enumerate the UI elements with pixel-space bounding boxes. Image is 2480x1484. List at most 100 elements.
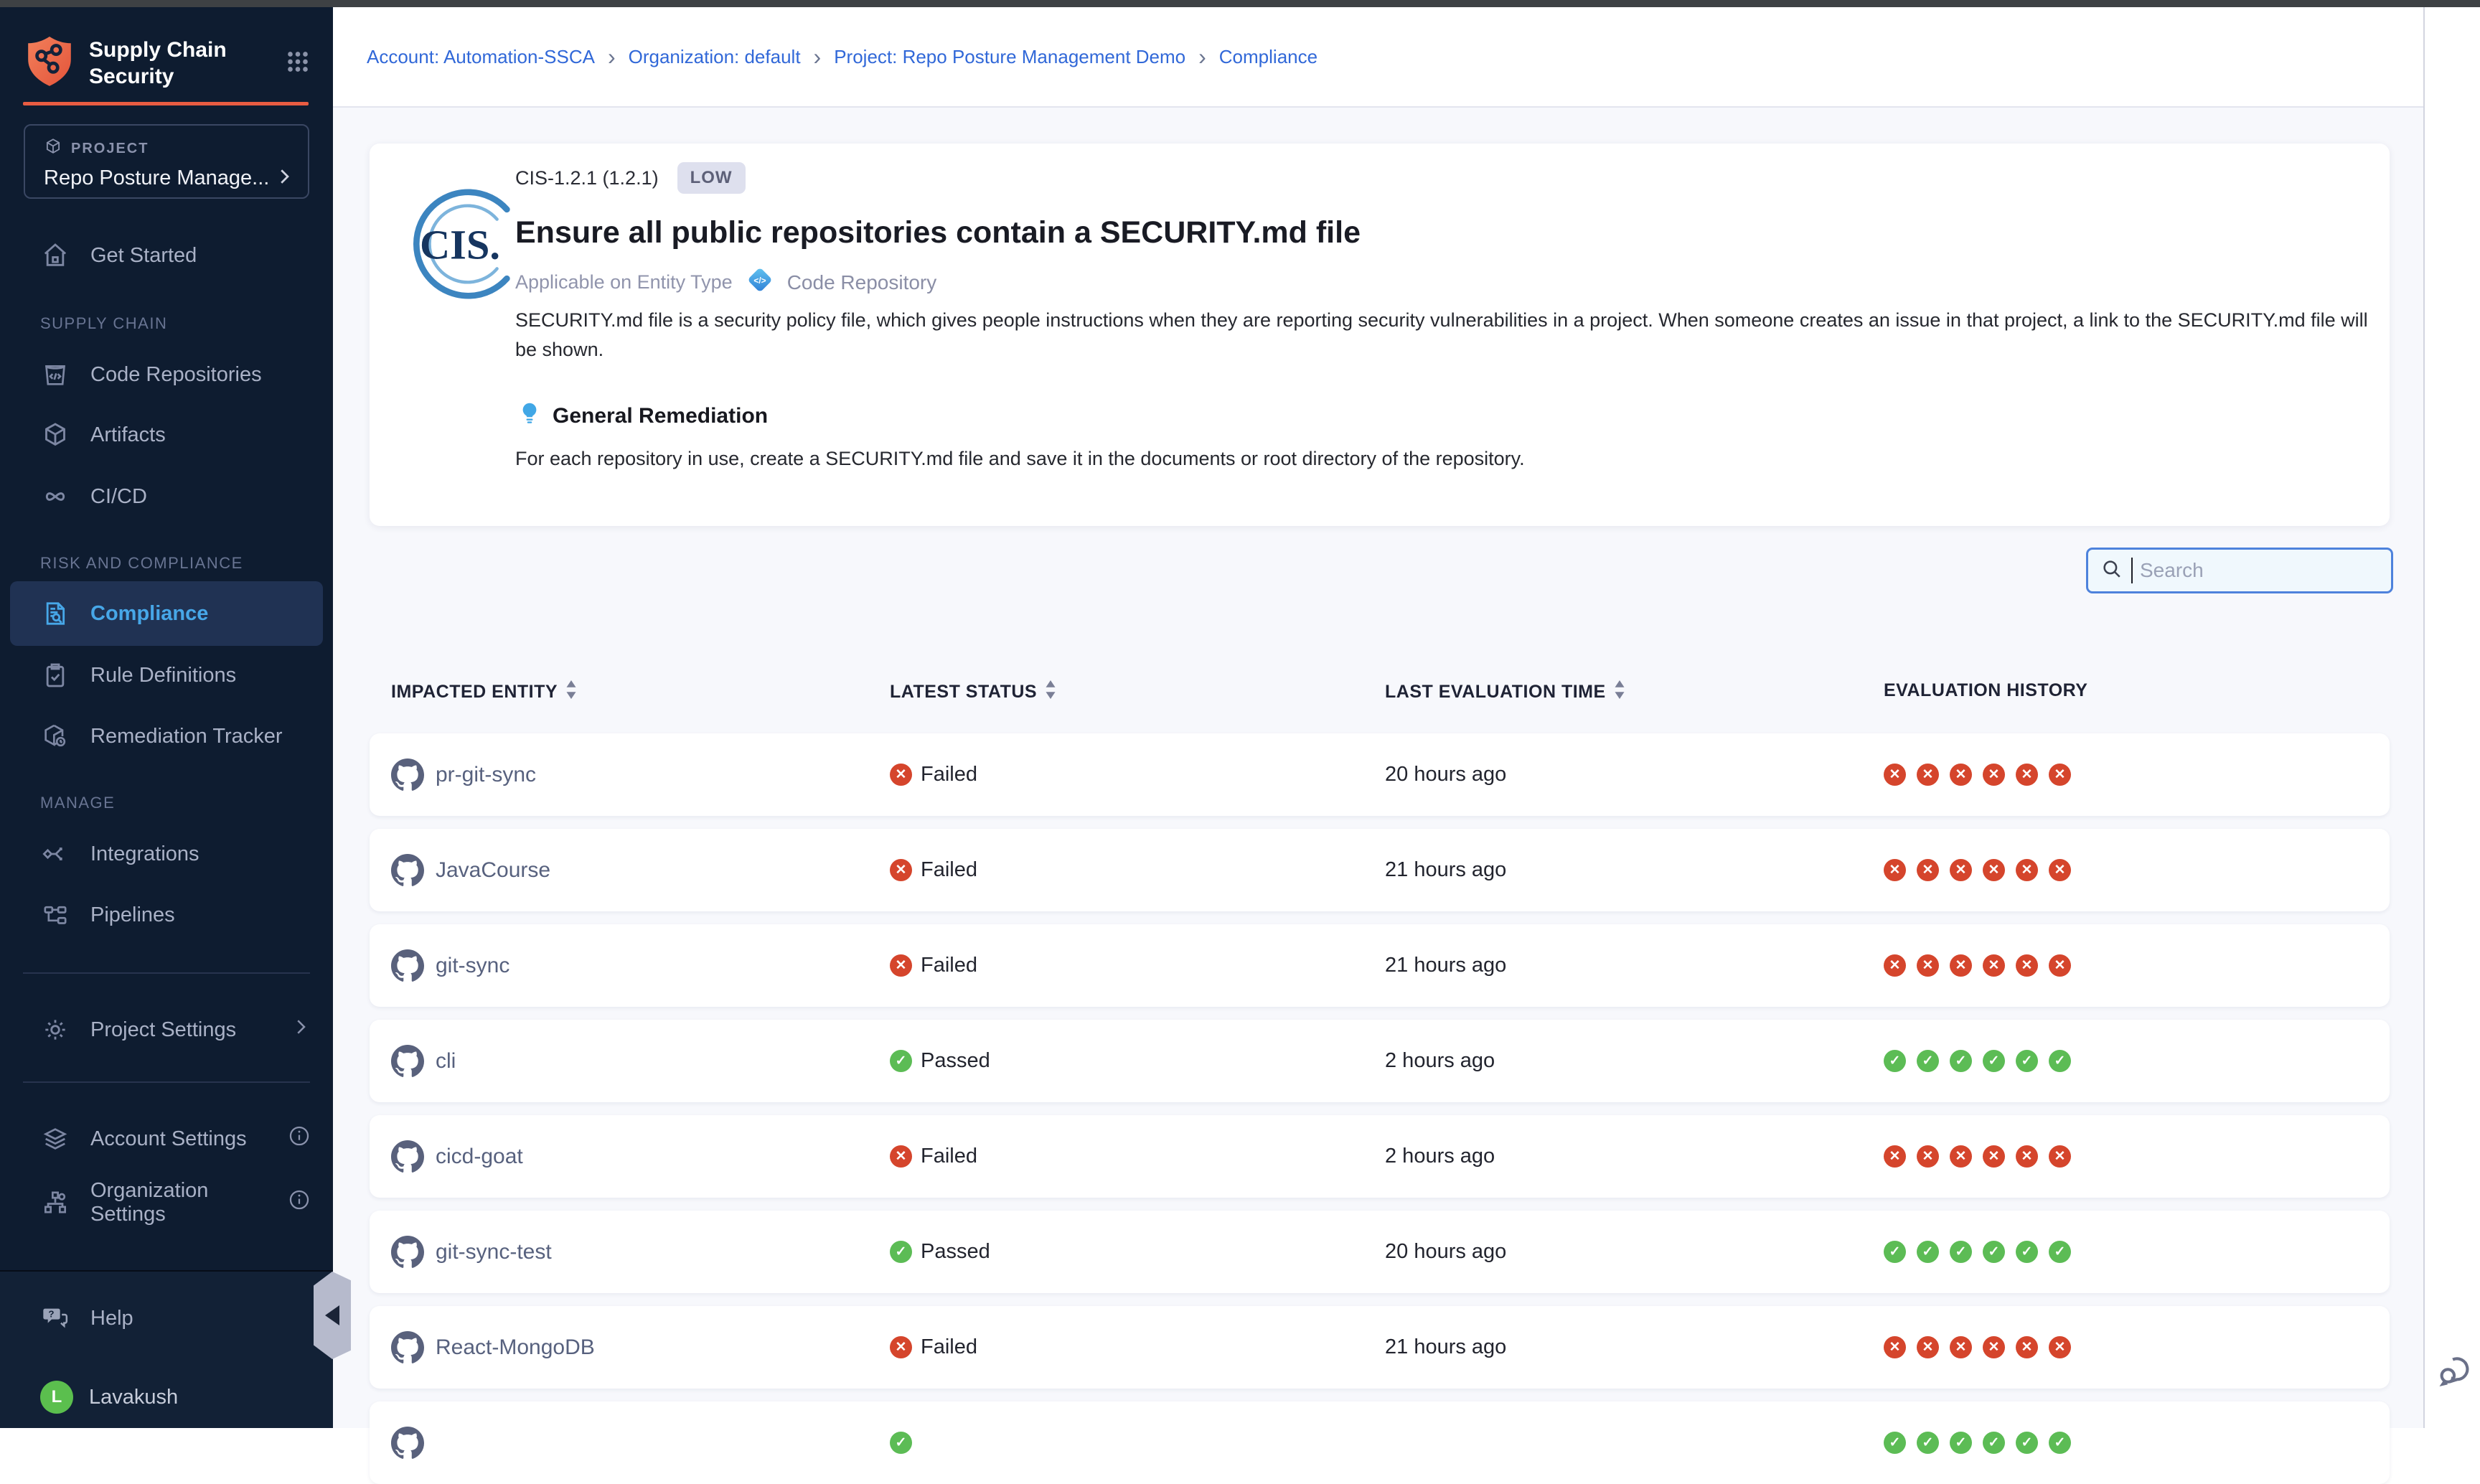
check-circle-icon: ✓	[1917, 1050, 1939, 1072]
gear-icon	[40, 1015, 70, 1045]
github-icon	[391, 1331, 424, 1364]
search-box[interactable]	[2086, 548, 2393, 593]
user-name: Lavakush	[89, 1386, 178, 1409]
sidebar-item-code-repositories[interactable]: Code Repositories	[0, 344, 333, 405]
org-hierarchy-gear-icon	[40, 1188, 70, 1218]
status-icon: ✕	[890, 1145, 912, 1168]
sort-icon[interactable]	[565, 680, 578, 704]
entity-name[interactable]: JavaCourse	[436, 858, 550, 883]
x-circle-icon: ✕	[1884, 954, 1906, 977]
table-row[interactable]: JavaCourse ✕ Failed 21 hours ago ✕✕✕✕✕✕	[370, 829, 2390, 911]
entity-name[interactable]: React-MongoDB	[436, 1335, 595, 1360]
sidebar-section-supply-chain: SUPPLY CHAIN	[40, 314, 167, 333]
column-header-latest-status[interactable]: LATEST STATUS	[890, 680, 1057, 704]
breadcrumb-project[interactable]: Project: Repo Posture Management Demo	[834, 46, 1185, 68]
check-circle-icon: ✓	[1950, 1050, 1972, 1072]
check-circle-icon: ✓	[1983, 1241, 2005, 1263]
cube-icon	[40, 420, 70, 450]
table-row[interactable]: cicd-goat ✕ Failed 2 hours ago ✕✕✕✕✕✕	[370, 1115, 2390, 1198]
x-circle-icon: ✕	[1983, 1145, 2005, 1168]
x-circle-icon: ✕	[1917, 1336, 1939, 1358]
check-circle-icon: ✓	[1884, 1432, 1906, 1454]
severity-badge: LOW	[677, 162, 746, 194]
check-circle-icon: ✓	[1983, 1432, 2005, 1454]
sidebar-collapse-handle[interactable]	[314, 1272, 351, 1359]
table-row[interactable]: cli ✓ Passed 2 hours ago ✓✓✓✓✓✓	[370, 1020, 2390, 1102]
sidebar-item-get-started[interactable]: Get Started	[0, 225, 333, 286]
app-title: Supply ChainSecurity	[89, 37, 283, 90]
last-evaluation-time: 21 hours ago	[1385, 829, 1506, 911]
sidebar-item-remediation-tracker[interactable]: Remediation Tracker	[0, 706, 333, 766]
last-evaluation-time: 21 hours ago	[1385, 1306, 1506, 1389]
evaluation-history: ✓✓✓✓✓✓	[1884, 1020, 2071, 1102]
chat-support-icon[interactable]	[2434, 1351, 2476, 1396]
breadcrumb: Account: Automation-SSCA › Organization:…	[333, 7, 2423, 108]
user-menu[interactable]: L Lavakush	[0, 1367, 333, 1427]
sidebar-item-help[interactable]: ? Help	[0, 1288, 333, 1348]
entity-name[interactable]: pr-git-sync	[436, 763, 536, 787]
column-header-last-evaluation-time[interactable]: LAST EVALUATION TIME	[1385, 680, 1626, 704]
x-circle-icon: ✕	[2049, 1336, 2071, 1358]
info-icon[interactable]	[287, 1188, 311, 1218]
sidebar-item-account-settings[interactable]: Account Settings	[0, 1109, 333, 1169]
sidebar-item-project-settings[interactable]: Project Settings	[0, 1000, 333, 1060]
github-icon	[391, 759, 424, 792]
entity-name[interactable]: git-sync	[436, 954, 509, 978]
x-circle-icon: ✕	[2016, 764, 2038, 786]
last-evaluation-time: 20 hours ago	[1385, 733, 1506, 816]
search-icon	[2100, 557, 2124, 585]
chevron-right-icon	[273, 166, 295, 191]
breadcrumb-separator: ›	[1198, 44, 1206, 70]
check-circle-icon: ✓	[2049, 1241, 2071, 1263]
rule-detail-card: CIS. CIS-1.2.1 (1.2.1) LOW Ensure all pu…	[370, 144, 2390, 526]
column-header-impacted-entity[interactable]: IMPACTED ENTITY	[391, 680, 578, 704]
sort-icon[interactable]	[1613, 680, 1626, 704]
search-input[interactable]	[2140, 559, 2355, 582]
check-circle-icon: ✓	[1884, 1241, 1906, 1263]
status-text: Passed	[921, 1240, 990, 1264]
last-evaluation-time: 20 hours ago	[1385, 1211, 1506, 1293]
right-gutter	[2423, 7, 2480, 1428]
check-circle-icon: ✓	[1950, 1241, 1972, 1263]
sidebar-item-pipelines[interactable]: Pipelines	[0, 885, 333, 945]
table-row[interactable]: React-MongoDB ✕ Failed 21 hours ago ✕✕✕✕…	[370, 1306, 2390, 1389]
check-circle-icon: ✓	[1917, 1432, 1939, 1454]
x-circle-icon: ✕	[2016, 954, 2038, 977]
entity-name[interactable]: cli	[436, 1049, 456, 1074]
sidebar-item-rule-definitions[interactable]: Rule Definitions	[0, 645, 333, 705]
breadcrumb-compliance[interactable]: Compliance	[1219, 46, 1318, 68]
x-circle-icon: ✕	[1884, 1336, 1906, 1358]
entity-name[interactable]: git-sync-test	[436, 1240, 552, 1264]
status-text: Failed	[921, 1145, 977, 1168]
evaluation-history: ✕✕✕✕✕✕	[1884, 733, 2071, 816]
sidebar-item-cicd[interactable]: CI/CD	[0, 466, 333, 527]
x-circle-icon: ✕	[2016, 859, 2038, 881]
breadcrumb-separator: ›	[814, 44, 822, 70]
entity-name[interactable]: cicd-goat	[436, 1145, 523, 1169]
app-switcher-grid-icon[interactable]	[283, 47, 313, 80]
github-icon	[391, 1236, 424, 1269]
status-icon: ✕	[890, 764, 912, 786]
status-icon: ✕	[890, 859, 912, 881]
rule-title: Ensure all public repositories contain a…	[515, 215, 1361, 250]
table-row[interactable]: ✓ ✓✓✓✓✓✓	[370, 1401, 2390, 1484]
check-circle-icon: ✓	[1950, 1432, 1972, 1454]
cube-wrench-icon	[40, 721, 70, 751]
sidebar-item-artifacts[interactable]: Artifacts	[0, 405, 333, 465]
breadcrumb-organization[interactable]: Organization: default	[629, 46, 801, 68]
status-icon: ✓	[890, 1050, 912, 1072]
table-row[interactable]: pr-git-sync ✕ Failed 20 hours ago ✕✕✕✕✕✕	[370, 733, 2390, 816]
table-row[interactable]: git-sync ✕ Failed 21 hours ago ✕✕✕✕✕✕	[370, 924, 2390, 1007]
project-name: Repo Posture Manage...	[44, 166, 273, 190]
sidebar-item-compliance[interactable]: Compliance	[10, 581, 323, 646]
table-row[interactable]: git-sync-test ✓ Passed 20 hours ago ✓✓✓✓…	[370, 1211, 2390, 1293]
sort-icon[interactable]	[1044, 680, 1057, 704]
status-icon: ✓	[890, 1432, 912, 1454]
info-icon[interactable]	[287, 1124, 311, 1154]
project-selector[interactable]: PROJECT Repo Posture Manage...	[24, 124, 309, 199]
breadcrumb-account[interactable]: Account: Automation-SSCA	[367, 46, 595, 68]
sidebar-item-organization-settings[interactable]: Organization Settings	[0, 1173, 333, 1233]
x-circle-icon: ✕	[2049, 954, 2071, 977]
sidebar-item-integrations[interactable]: Integrations	[0, 824, 333, 884]
brand-header: Supply ChainSecurity	[26, 27, 313, 99]
